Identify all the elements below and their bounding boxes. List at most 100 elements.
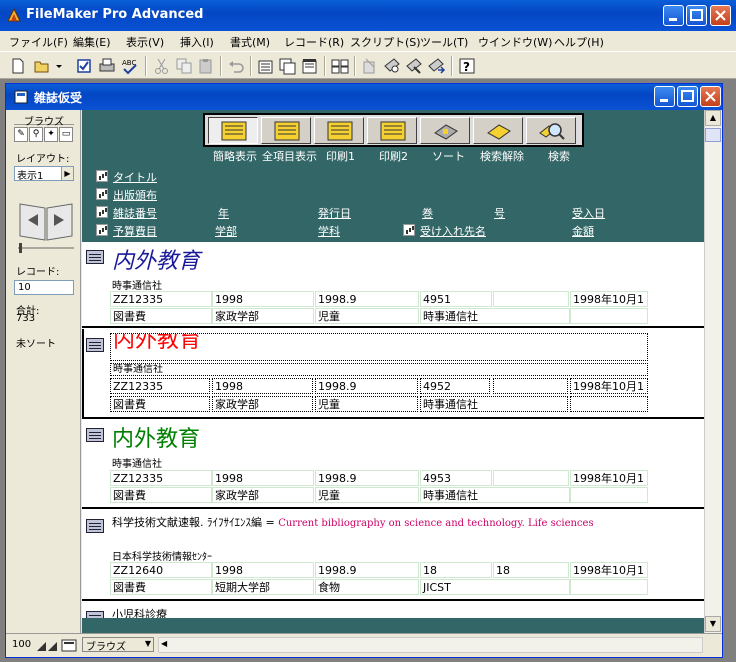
record-received[interactable]: 1998年10月1: [570, 378, 648, 394]
print2-button[interactable]: [367, 117, 417, 144]
record-issued[interactable]: 1998.9: [315, 562, 419, 578]
close-button[interactable]: [710, 5, 731, 26]
sort-budget-icon[interactable]: [96, 224, 108, 236]
delete-record-icon[interactable]: [300, 56, 320, 76]
minimize-button[interactable]: [663, 5, 684, 26]
record-received[interactable]: 1998年10月1: [570, 562, 648, 578]
duplicate-record-icon[interactable]: [278, 56, 298, 76]
record-navigator-book-icon[interactable]: [18, 200, 74, 242]
record-number[interactable]: 18: [493, 562, 569, 578]
menu-help[interactable]: ヘルプ(H): [554, 34, 604, 50]
record-number[interactable]: [493, 291, 569, 307]
record-dept[interactable]: 家政学部: [212, 396, 313, 412]
menu-records[interactable]: レコード(R): [284, 34, 344, 50]
sort-issn-icon[interactable]: [96, 206, 108, 218]
scroll-thumb[interactable]: [705, 128, 721, 142]
doc-close-button[interactable]: [700, 86, 721, 107]
record-publisher[interactable]: 日本科学技術情報ｾﾝﾀｰ: [112, 548, 212, 563]
print-icon[interactable]: [97, 56, 117, 76]
print1-button[interactable]: [314, 117, 364, 144]
all-fields-button[interactable]: [261, 117, 311, 144]
export-records-icon[interactable]: [426, 56, 446, 76]
record-subject[interactable]: 児童: [315, 487, 419, 503]
record-issn[interactable]: ZZ12640: [110, 562, 212, 578]
record-amount[interactable]: [570, 487, 648, 503]
spellcheck-icon[interactable]: ABC: [120, 56, 140, 76]
menu-scripts[interactable]: スクリプト(S): [350, 34, 421, 50]
record-title-field[interactable]: 内外教育: [110, 333, 648, 361]
current-record-input[interactable]: 10: [14, 280, 74, 295]
vertical-scrollbar[interactable]: ▲ ▼: [704, 110, 721, 633]
menu-file[interactable]: ファイル(F): [9, 34, 68, 50]
record-budget[interactable]: 図書費: [110, 487, 212, 503]
open-dropdown-icon[interactable]: [54, 56, 64, 76]
preview-mode-icon[interactable]: ▭: [59, 127, 73, 142]
record-issued[interactable]: 1998.9: [315, 378, 418, 394]
undo-icon[interactable]: [226, 56, 246, 76]
record[interactable]: 内外教育 時事通信社 ZZ12335 1998 1998.9 4952 1998…: [82, 329, 704, 419]
record-publisher[interactable]: 時事通信社: [110, 363, 648, 376]
record-year[interactable]: 1998: [212, 562, 314, 578]
record-received[interactable]: 1998年10月1: [570, 291, 648, 307]
record-dept[interactable]: 家政学部: [212, 308, 314, 324]
menu-format[interactable]: 書式(M): [230, 34, 270, 50]
find-mode-icon[interactable]: ⚲: [29, 127, 43, 142]
cut-icon[interactable]: [152, 56, 172, 76]
record-dept[interactable]: 短期大学部: [212, 579, 314, 595]
sort-records-icon[interactable]: [404, 56, 424, 76]
record-issn[interactable]: ZZ12335: [110, 291, 212, 307]
copy-icon[interactable]: [174, 56, 194, 76]
scroll-down-icon[interactable]: ▼: [705, 616, 721, 632]
record-budget[interactable]: 図書費: [110, 396, 210, 412]
record-issn[interactable]: ZZ12335: [110, 378, 210, 394]
menu-edit[interactable]: 編集(E): [73, 34, 111, 50]
record-source[interactable]: 時事通信社: [420, 487, 570, 503]
find-records-icon[interactable]: [382, 56, 402, 76]
menu-insert[interactable]: 挿入(I): [180, 34, 214, 50]
record-source[interactable]: 時事通信社: [420, 308, 570, 324]
record-subject[interactable]: 食物: [315, 579, 419, 595]
show-all-records-icon[interactable]: [330, 56, 350, 76]
record-received[interactable]: 1998年10月1: [570, 470, 648, 486]
record-year[interactable]: 1998: [212, 378, 313, 394]
record-title[interactable]: 内外教育: [113, 334, 201, 352]
find-button[interactable]: [526, 117, 576, 144]
layout-select[interactable]: 表示1 ▶: [14, 166, 74, 182]
record-volume[interactable]: 4951: [420, 291, 492, 307]
record-title[interactable]: 内外教育: [112, 243, 200, 275]
maximize-button[interactable]: [686, 5, 707, 26]
doc-minimize-button[interactable]: [654, 86, 675, 107]
record-amount[interactable]: [570, 308, 648, 324]
record-title[interactable]: 内外教育: [112, 421, 200, 453]
horizontal-scrollbar[interactable]: ◀: [158, 637, 703, 653]
record-budget[interactable]: 図書費: [110, 579, 212, 595]
scroll-left-icon[interactable]: ◀: [161, 639, 167, 648]
checkbox-icon[interactable]: [74, 56, 94, 76]
record-source[interactable]: JICST: [420, 579, 570, 595]
record-issn[interactable]: ZZ12335: [110, 470, 212, 486]
record-year[interactable]: 1998: [212, 291, 314, 307]
record-title[interactable]: 科学技術文献速報. ﾗｲﾌｻｲｴﾝｽ編 = Current bibliograp…: [112, 514, 594, 530]
record-amount[interactable]: [570, 579, 648, 595]
record-number[interactable]: [493, 470, 569, 486]
record-subject[interactable]: 児童: [315, 396, 418, 412]
zoom-level[interactable]: 100: [12, 639, 31, 650]
record-number[interactable]: [493, 378, 568, 394]
record-issued[interactable]: 1998.9: [315, 291, 419, 307]
menu-tools[interactable]: ツール(T): [420, 34, 468, 50]
new-document-icon[interactable]: [8, 56, 28, 76]
record-publisher[interactable]: 時事通信社: [112, 277, 162, 292]
new-record-icon[interactable]: [256, 56, 276, 76]
record-dept[interactable]: 家政学部: [212, 487, 314, 503]
browse-mode-icon[interactable]: ✎: [14, 127, 28, 142]
record-volume[interactable]: 18: [420, 562, 492, 578]
record-year[interactable]: 1998: [212, 470, 314, 486]
sort-publisher-icon[interactable]: [96, 188, 108, 200]
paste-icon[interactable]: [196, 56, 216, 76]
omit-record-icon[interactable]: [360, 56, 380, 76]
doc-maximize-button[interactable]: [677, 86, 698, 107]
record-source[interactable]: 時事通信社: [420, 396, 568, 412]
menu-window[interactable]: ウインドウ(W): [478, 34, 552, 50]
record-volume[interactable]: 4953: [420, 470, 492, 486]
record[interactable]: 科学技術文献速報. ﾗｲﾌｻｲｴﾝｽ編 = Current bibliograp…: [82, 509, 704, 601]
